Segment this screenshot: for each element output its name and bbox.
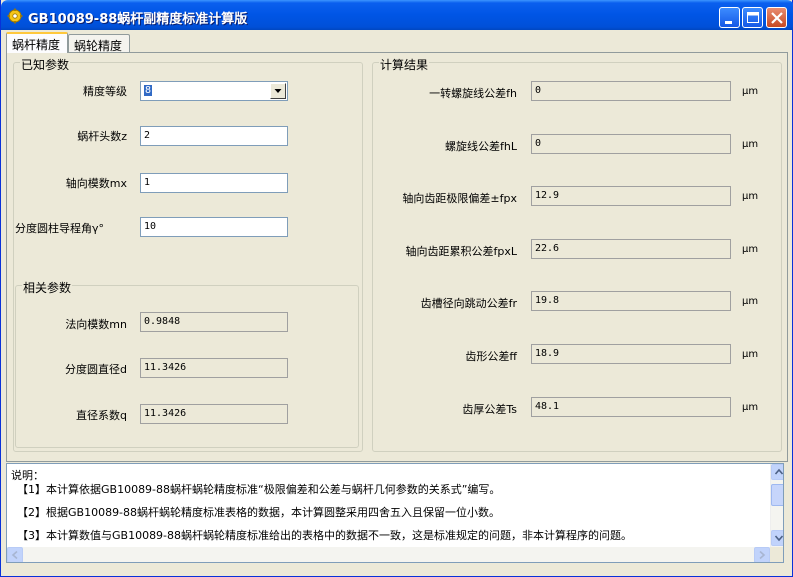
scroll-down-button[interactable] [771, 530, 783, 546]
minimize-icon [725, 21, 732, 24]
maximize-icon [747, 12, 759, 23]
tab-label: 蜗轮精度 [74, 39, 123, 53]
vertical-scrollbar[interactable] [770, 464, 783, 547]
result-label-ff: 齿形公差ff [465, 350, 517, 363]
result-field-fh: 0 [531, 81, 731, 101]
result-label-fh: 一转螺旋线公差fh [429, 87, 517, 100]
tab-label: 蜗杆精度 [12, 38, 61, 52]
pitch-diameter-label: 分度圆直径d [65, 363, 127, 376]
diameter-factor-label: 直径系数q [76, 409, 127, 422]
precision-select[interactable]: 8 [140, 81, 288, 101]
result-label-ts: 齿厚公差Ts [462, 403, 517, 416]
diameter-factor-field: 11.3426 [140, 404, 288, 424]
chevron-down-icon [774, 535, 783, 542]
tab-panel: 已知参数 精度等级 8 蜗杆头数z 2 轴向模数mx 1 分度圆柱导程角γ° 1… [6, 52, 788, 462]
close-button[interactable] [766, 7, 787, 28]
result-field-fpx: 12.9 [531, 186, 731, 206]
unit-label: μm [742, 296, 759, 307]
unit-label: μm [742, 402, 759, 413]
axial-module-input[interactable]: 1 [140, 173, 288, 193]
unit-label: μm [742, 191, 759, 202]
note-line: 【1】本计算依据GB10089-88蜗杆蜗轮精度标准“极限偏差和公差与蜗杆几何参… [17, 483, 501, 496]
window-title: GB10089-88蜗杆副精度标准计算版 [28, 12, 248, 27]
result-field-fr: 19.8 [531, 291, 731, 311]
chevron-left-icon [11, 550, 18, 560]
minimize-button[interactable] [719, 7, 740, 28]
app-icon [7, 8, 23, 24]
results-title: 计算结果 [379, 56, 430, 73]
note-line: 【3】本计算数值与GB10089-88蜗杆蜗轮精度标准给出的表格中的数据不一致，… [17, 529, 633, 542]
chevron-right-icon [759, 550, 766, 560]
horizontal-scrollbar[interactable] [7, 547, 770, 562]
normal-module-field: 0.9848 [140, 312, 288, 332]
chevron-down-icon [274, 89, 282, 93]
unit-label: μm [742, 139, 759, 150]
scroll-thumb[interactable] [771, 484, 783, 506]
chevron-up-icon [774, 468, 783, 475]
heads-input[interactable]: 2 [140, 126, 288, 146]
lead-angle-input[interactable]: 10 [140, 217, 288, 237]
unit-label: μm [742, 349, 759, 360]
app-window: GB10089-88蜗杆副精度标准计算版 蜗杆精度 蜗轮精度 已知参数 精度等级… [0, 0, 793, 577]
title-bar[interactable]: GB10089-88蜗杆副精度标准计算版 [1, 0, 793, 30]
pitch-diameter-field: 11.3426 [140, 358, 288, 378]
scroll-left-button[interactable] [7, 547, 23, 562]
result-field-fpxl: 22.6 [531, 239, 731, 259]
scrollbar-corner [770, 547, 783, 562]
precision-value: 8 [144, 85, 153, 96]
axial-module-label: 轴向模数mx [65, 177, 127, 190]
unit-label: μm [742, 86, 759, 97]
heads-label: 蜗杆头数z [77, 130, 127, 143]
tab-worm-precision[interactable]: 蜗杆精度 [6, 32, 68, 53]
unit-label: μm [742, 244, 759, 255]
precision-label: 精度等级 [83, 85, 127, 98]
note-line: 【2】根据GB10089-88蜗杆蜗轮精度标准表格的数据，本计算圆整采用四舍五入… [17, 506, 501, 519]
result-field-ts: 48.1 [531, 397, 731, 417]
result-label-fr: 齿槽径向跳动公差fr [420, 297, 517, 310]
result-label-fhl: 螺旋线公差fhL [445, 140, 517, 153]
maximize-button[interactable] [742, 7, 763, 28]
scroll-right-button[interactable] [754, 547, 770, 562]
notes-textarea[interactable]: 说明： 【1】本计算依据GB10089-88蜗杆蜗轮精度标准“极限偏差和公差与蜗… [6, 463, 784, 563]
result-field-fhl: 0 [531, 134, 731, 154]
related-params-title: 相关参数 [22, 279, 73, 296]
close-icon [771, 12, 783, 24]
known-params-title: 已知参数 [20, 56, 71, 73]
tab-wheel-precision[interactable]: 蜗轮精度 [68, 34, 130, 53]
lead-angle-label: 分度圆柱导程角γ° [15, 222, 105, 235]
result-label-fpxl: 轴向齿距累积公差fpxL [405, 245, 518, 258]
dropdown-button[interactable] [270, 83, 286, 99]
normal-module-label: 法向模数mn [65, 318, 127, 331]
result-label-fpx: 轴向齿距极限偏差±fpx [402, 192, 517, 205]
scroll-up-button[interactable] [771, 464, 783, 480]
result-field-ff: 18.9 [531, 344, 731, 364]
